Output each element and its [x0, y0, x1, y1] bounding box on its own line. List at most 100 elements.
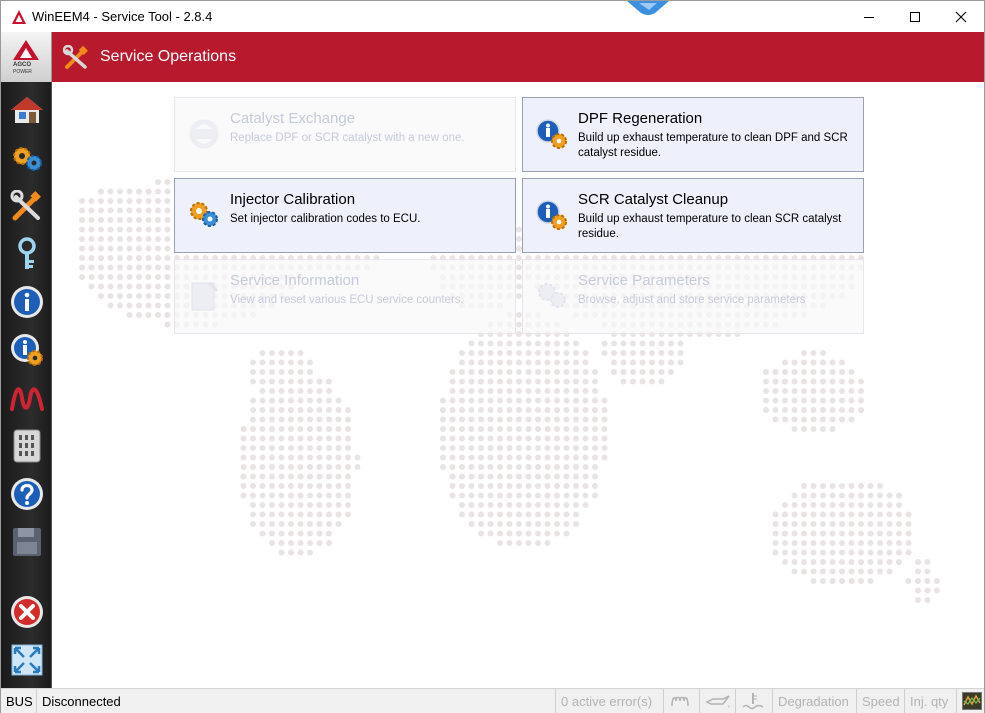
- map-dot: [535, 378, 541, 385]
- map-dot: [630, 378, 636, 385]
- map-dot: [516, 530, 522, 537]
- map-dot: [269, 350, 275, 356]
- map-dot: [459, 454, 465, 461]
- map-dot: [259, 511, 266, 518]
- map-dot: [240, 464, 247, 470]
- sidebar-item-key[interactable]: [7, 234, 47, 274]
- map-dot: [573, 502, 579, 508]
- map-dot: [554, 388, 560, 394]
- sidebar-item-info[interactable]: [7, 282, 47, 322]
- map-dot: [772, 521, 779, 527]
- map-dot: [155, 293, 161, 299]
- map-dot: [573, 369, 579, 375]
- map-dot: [145, 236, 152, 242]
- sidebar-item-save[interactable]: [7, 522, 47, 562]
- logo-subtext: POWER: [13, 69, 32, 75]
- map-dot: [772, 540, 779, 546]
- map-dot: [554, 521, 560, 527]
- map-dot: [630, 369, 636, 375]
- map-dot: [877, 521, 883, 527]
- map-dot: [297, 521, 304, 527]
- map-dot: [924, 578, 931, 584]
- sidebar-item-exit[interactable]: [7, 592, 47, 632]
- map-dot: [269, 369, 275, 375]
- map-dot: [297, 511, 304, 518]
- map-dot: [155, 198, 161, 204]
- map-dot: [924, 597, 931, 603]
- tile-title: Injector Calibration: [230, 191, 356, 208]
- map-dot: [288, 464, 294, 470]
- map-dot: [478, 350, 484, 356]
- map-dot: [820, 521, 826, 527]
- map-dot: [278, 511, 285, 518]
- sidebar-item-signal[interactable]: [7, 378, 47, 418]
- map-dot: [544, 445, 551, 451]
- map-dot: [335, 521, 342, 527]
- map-dot: [259, 521, 266, 527]
- sidebar-item-home[interactable]: [7, 90, 47, 130]
- maximize-button[interactable]: [892, 1, 938, 32]
- map-dot: [126, 236, 133, 242]
- map-dot: [326, 502, 332, 508]
- map-dot: [107, 188, 114, 195]
- sidebar-item-settings[interactable]: [7, 138, 47, 178]
- map-dot: [829, 559, 836, 565]
- map-dot: [468, 388, 475, 394]
- map-dot: [535, 416, 541, 423]
- map-dot: [259, 445, 266, 451]
- degradation-status: Degradation: [773, 689, 857, 713]
- map-dot: [107, 302, 114, 309]
- operation-tile-service-information[interactable]: Service Information View and reset vario…: [174, 259, 516, 334]
- close-icon: [11, 596, 43, 628]
- sidebar-item-memory[interactable]: [7, 426, 47, 466]
- map-dot: [164, 217, 171, 223]
- map-dot: [88, 207, 95, 214]
- map-dot: [801, 369, 807, 375]
- status-indicator[interactable]: [957, 689, 984, 713]
- map-dot: [525, 426, 532, 432]
- map-dot: [772, 511, 779, 518]
- map-dot: [582, 359, 589, 366]
- map-dot: [326, 426, 332, 432]
- operation-tile-service-parameters[interactable]: Service Parameters Browse, adjust and st…: [522, 259, 864, 334]
- map-dot: [459, 445, 465, 451]
- map-dot: [259, 473, 266, 480]
- map-dot: [288, 435, 294, 442]
- operation-tile-injector-calibration[interactable]: Injector Calibration Set injector calibr…: [174, 178, 516, 253]
- minimize-button[interactable]: [846, 1, 892, 32]
- map-dot: [829, 511, 836, 518]
- map-dot: [478, 407, 484, 413]
- map-dot: [145, 283, 152, 290]
- map-dot: [269, 388, 275, 394]
- map-dot: [79, 207, 85, 214]
- map-dot: [459, 511, 465, 518]
- map-dot: [164, 283, 171, 290]
- map-dot: [782, 521, 788, 527]
- active-errors[interactable]: 0 active error(s): [556, 689, 664, 713]
- map-dot: [829, 540, 836, 546]
- close-window-button[interactable]: [938, 1, 984, 32]
- operation-tile-scr-catalyst-cleanup[interactable]: SCR Catalyst Cleanup Build up exhaust te…: [522, 178, 864, 253]
- map-dot: [877, 549, 883, 556]
- map-dot: [88, 198, 95, 204]
- sidebar-item-info-settings[interactable]: [7, 330, 47, 370]
- map-dot: [839, 407, 845, 413]
- sidebar-item-fullscreen[interactable]: [7, 640, 47, 680]
- operation-tile-catalyst-exchange[interactable]: Catalyst Exchange Replace DPF or SCR cat…: [174, 97, 516, 172]
- map-dot: [516, 502, 522, 508]
- map-dot: [829, 549, 836, 556]
- map-dot: [820, 426, 826, 432]
- map-dot: [145, 226, 152, 233]
- map-dot: [487, 473, 494, 480]
- operation-tile-dpf-regeneration[interactable]: DPF Regeneration Build up exhaust temper…: [522, 97, 864, 172]
- map-dot: [848, 388, 855, 394]
- map-dot: [658, 369, 665, 375]
- map-dot: [801, 530, 807, 537]
- map-dot: [791, 568, 798, 575]
- map-dot: [269, 473, 275, 480]
- sidebar-item-service[interactable]: [7, 186, 47, 226]
- map-dot: [297, 445, 304, 451]
- map-dot: [525, 492, 532, 499]
- sidebar-item-help[interactable]: [7, 474, 47, 514]
- map-dot: [649, 378, 655, 385]
